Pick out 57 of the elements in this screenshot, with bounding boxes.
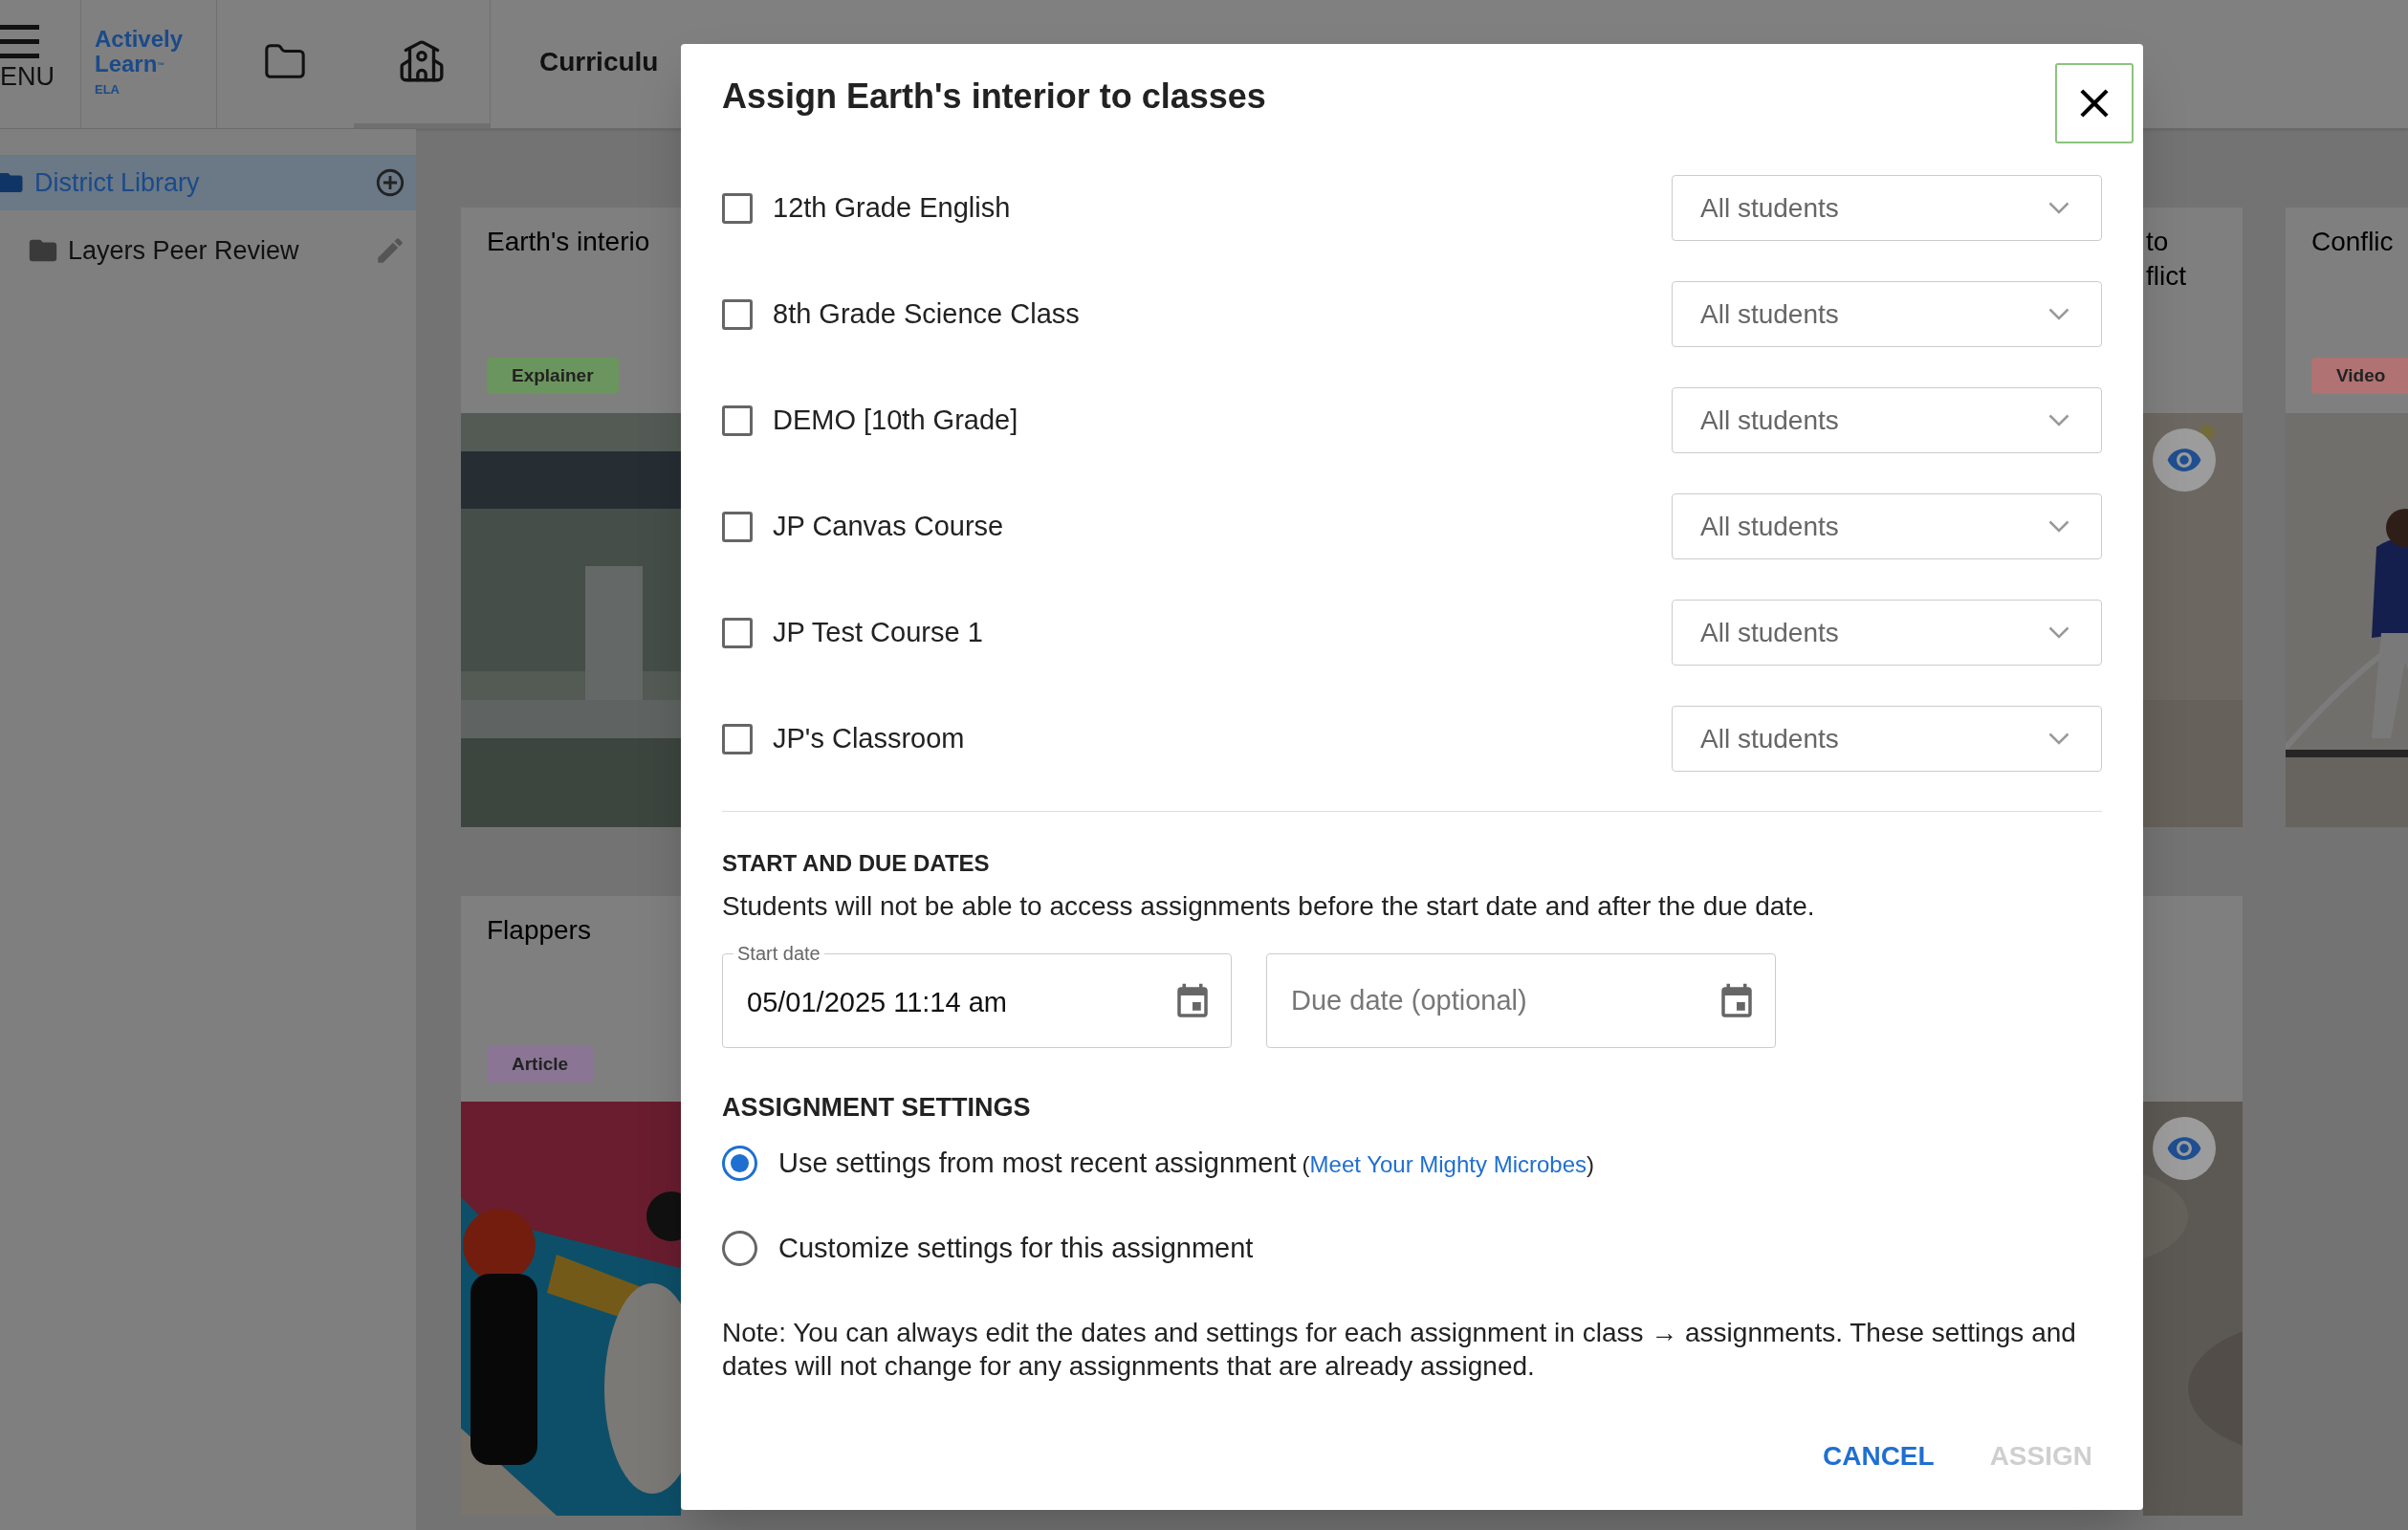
- menu-icon[interactable]: [0, 25, 39, 58]
- section-description: Students will not be able to access assignments before the start date and after the due date.: [722, 890, 1816, 923]
- curriculum-tab[interactable]: Curriculu: [491, 0, 678, 128]
- content-type-tag: Video: [2311, 357, 2408, 394]
- section-heading: ASSIGNMENT SETTINGS: [722, 1093, 1031, 1122]
- assignment-link[interactable]: Meet Your Mighty Microbes: [1309, 1150, 1587, 1177]
- menu-label[interactable]: ENU: [0, 64, 80, 90]
- audience-dropdown[interactable]: All students: [1672, 493, 2102, 559]
- content-card[interactable]: Conflic Video: [2286, 208, 2408, 827]
- class-name: DEMO [10th Grade]: [773, 403, 1019, 437]
- cancel-button[interactable]: CANCEL: [1818, 1430, 1938, 1482]
- content-card[interactable]: Earth's interio Explainer: [461, 208, 681, 827]
- add-icon[interactable]: [374, 166, 406, 199]
- dialog-title: Assign Earth's interior to classes: [722, 76, 1266, 116]
- class-name: JP's Classroom: [773, 721, 966, 755]
- chevron-down-icon: [2048, 626, 2069, 639]
- content-type-tag: Explainer: [487, 357, 619, 394]
- checkbox[interactable]: [722, 404, 753, 436]
- card-title: flict: [2146, 260, 2187, 293]
- sidebar-item-label: Layers Peer Review: [68, 234, 300, 267]
- checkbox[interactable]: [722, 192, 753, 224]
- audience-dropdown[interactable]: All students: [1672, 706, 2102, 772]
- radio-button[interactable]: [722, 1145, 757, 1181]
- audience-dropdown[interactable]: All students: [1672, 387, 2102, 453]
- option-label: Use settings from most recent assignment (Meet Your Mighty Microbes): [778, 1146, 1594, 1180]
- chevron-down-icon: [2048, 520, 2069, 533]
- checkbox[interactable]: [722, 511, 753, 542]
- option-label: Customize settings for this assignment: [778, 1232, 1254, 1265]
- card-title: Flappers: [487, 914, 592, 947]
- sidebar-item-label: District Library: [34, 166, 201, 199]
- checkbox[interactable]: [722, 617, 753, 648]
- logo-subtitle: ELA: [95, 81, 120, 98]
- card-title: Conflic: [2311, 226, 2395, 258]
- audience-dropdown[interactable]: All students: [1672, 175, 2102, 241]
- chevron-down-icon: [2048, 202, 2069, 214]
- content-card[interactable]: Flappers Article: [461, 896, 681, 1516]
- close-button[interactable]: [2055, 63, 2134, 143]
- class-name: JP Test Course 1: [773, 615, 984, 649]
- chevron-down-icon: [2048, 414, 2069, 426]
- sidebar-item[interactable]: Layers Peer Review: [0, 222, 416, 279]
- section-heading: START AND DUE DATES: [722, 849, 991, 878]
- note-text: Note: You can always edit the dates and settings for each assignment in class → assignments. These settings and dates will not change for any assignments that are already assigned.: [722, 1316, 2077, 1383]
- checkbox[interactable]: [722, 723, 753, 754]
- card-title: to: [2146, 226, 2170, 258]
- audience-dropdown[interactable]: All students: [1672, 600, 2102, 666]
- chevron-down-icon: [2048, 732, 2069, 745]
- checkbox[interactable]: [722, 298, 753, 330]
- card-title: Earth's interio: [487, 226, 651, 258]
- content-type-tag: Article: [487, 1045, 594, 1082]
- class-name: JP Canvas Course: [773, 509, 1005, 543]
- audience-dropdown[interactable]: All students: [1672, 281, 2102, 347]
- class-name: 12th Grade English: [773, 190, 1012, 225]
- class-name: 8th Grade Science Class: [773, 296, 1081, 331]
- chevron-down-icon: [2048, 308, 2069, 320]
- radio-button[interactable]: [722, 1231, 757, 1267]
- content-card[interactable]: to flict: [2143, 208, 2243, 827]
- content-card[interactable]: [2143, 896, 2243, 1516]
